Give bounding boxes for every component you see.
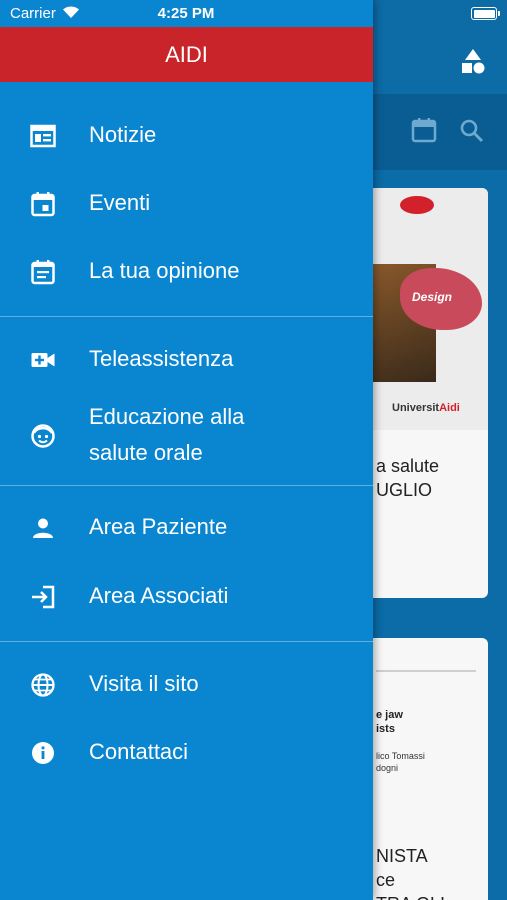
menu-item-area-associati[interactable]: Area Associati <box>0 565 373 629</box>
menu-item-label: Visita il sito <box>89 671 199 696</box>
navigation-drawer: AIDI Notizie Eventi La tua opinione Tele… <box>0 0 373 900</box>
document-title: e jaw ists <box>376 709 403 735</box>
menu-divider <box>0 316 373 317</box>
menu-item-label: Area Associati <box>89 583 229 608</box>
search-icon[interactable] <box>459 118 485 144</box>
menu-item-la-tua-opinione[interactable]: La tua opinione <box>0 240 373 304</box>
menu-divider <box>0 641 373 642</box>
poster-art-text: Design <box>412 290 453 304</box>
menu-item-eventi[interactable]: Eventi <box>0 172 373 236</box>
menu-item-educazione-salute-orale[interactable]: Educazione alla salute orale <box>0 397 373 477</box>
poster-burst: Design <box>400 268 482 330</box>
news-card-title: a salute UGLIO <box>376 456 440 500</box>
menu-item-contattaci[interactable]: Contattaci <box>0 721 373 785</box>
document-authors: lico Tomassi dogni <box>376 751 425 773</box>
news-card-title: NISTA ce TRA GLI <box>376 846 445 900</box>
menu-item-label: Area Paziente <box>89 514 228 539</box>
menu-divider <box>0 485 373 486</box>
calendar-icon[interactable] <box>410 116 438 144</box>
menu-item-area-paziente[interactable]: Area Paziente <box>0 496 373 560</box>
drawer-title: AIDI <box>0 27 373 82</box>
poster-brand-a: Universit <box>392 402 440 414</box>
menu-item-visita-il-sito[interactable]: Visita il sito <box>0 653 373 717</box>
status-bar: Carrier 4:25 PM <box>0 0 507 27</box>
menu-item-teleassistenza[interactable]: Teleassistenza <box>0 328 373 392</box>
poster-brand-b: Aidi <box>439 402 460 414</box>
status-time: 4:25 PM <box>157 5 215 22</box>
menu-item-label: Notizie <box>89 122 157 147</box>
info-icon <box>32 742 54 764</box>
login-icon <box>32 585 55 609</box>
menu-item-label: Eventi <box>89 190 151 215</box>
menu-item-label: Contattaci <box>89 739 189 764</box>
calendar-event-icon <box>31 192 55 217</box>
battery-icon <box>471 7 500 20</box>
poster-brand: UniversitAidi <box>392 402 460 414</box>
person-icon <box>33 518 53 538</box>
lips-graphic <box>400 196 434 214</box>
globe-icon <box>31 673 55 697</box>
menu-item-label: Teleassistenza <box>89 346 234 371</box>
video-call-icon <box>31 353 55 367</box>
shapes-icon[interactable] <box>459 47 487 75</box>
menu-item-notizie[interactable]: Notizie <box>0 103 373 167</box>
menu-item-label: La tua opinione <box>89 258 240 283</box>
child-face-icon <box>31 424 55 448</box>
newspaper-icon <box>30 124 56 148</box>
feedback-icon <box>31 260 55 285</box>
menu-item-label: Educazione alla salute orale <box>89 404 245 465</box>
